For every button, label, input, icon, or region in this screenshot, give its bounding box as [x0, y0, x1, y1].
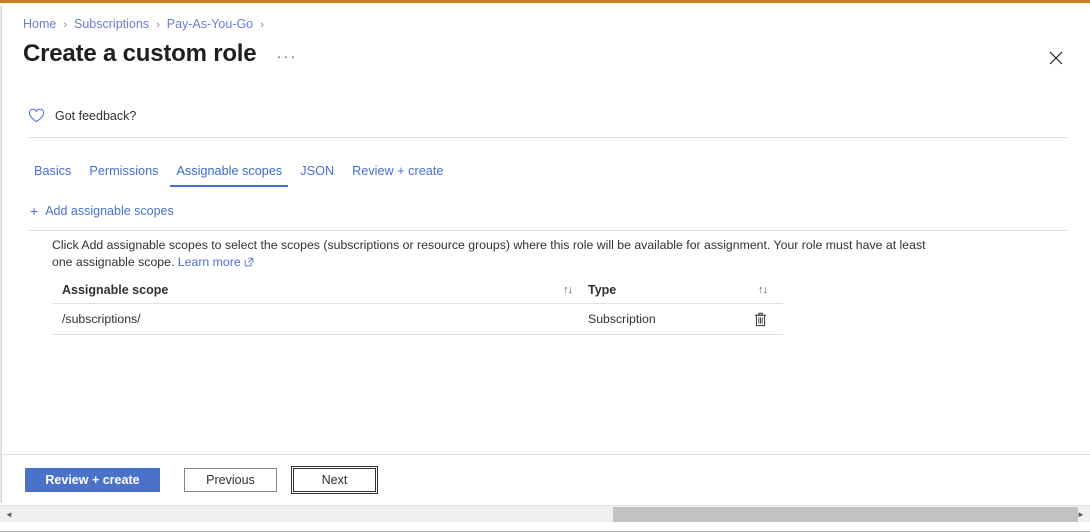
- learn-more-link[interactable]: Learn more: [178, 255, 241, 269]
- tab-assignable-scopes[interactable]: Assignable scopes: [167, 164, 291, 187]
- sort-icon[interactable]: ↑↓: [563, 284, 573, 296]
- add-assignable-scopes-button[interactable]: + Add assignable scopes: [28, 201, 180, 221]
- assignable-scopes-table: Assignable scope ↑↓ Type ↑↓ /subscriptio…: [52, 276, 783, 335]
- previous-button[interactable]: Previous: [184, 468, 277, 492]
- breadcrumb-separator: ›: [63, 19, 68, 31]
- breadcrumb: Home › Subscriptions › Pay-As-You-Go ›: [23, 17, 271, 31]
- portal-window: Home › Subscriptions › Pay-As-You-Go › Create…: [0, 0, 1090, 532]
- cell-type: Subscription: [588, 312, 656, 326]
- breadcrumb-item-pay-as-you-go[interactable]: Pay-As-You-Go: [167, 17, 253, 31]
- description-text: Click Add assignable scopes to select th…: [52, 237, 942, 271]
- horizontal-scrollbar[interactable]: ◄ ►: [0, 505, 1090, 522]
- scroll-left-arrow-icon[interactable]: ◄: [2, 506, 16, 522]
- trash-icon: [755, 312, 766, 326]
- column-header-type[interactable]: Type ↑↓: [588, 283, 783, 297]
- footer-actions: Review + create Previous Next: [25, 467, 377, 493]
- close-icon: [1049, 51, 1063, 65]
- close-button[interactable]: [1044, 46, 1068, 70]
- tab-permissions[interactable]: Permissions: [80, 164, 167, 187]
- title-row: Create a custom role ···: [23, 39, 301, 69]
- breadcrumb-item-home[interactable]: Home: [23, 17, 56, 31]
- breadcrumb-separator: ›: [260, 19, 264, 31]
- footer-divider: [3, 454, 1090, 455]
- review-create-button[interactable]: Review + create: [25, 468, 160, 492]
- column-header-label: Assignable scope: [62, 282, 169, 297]
- heart-icon: [28, 108, 45, 123]
- column-header-label: Type: [588, 282, 617, 297]
- got-feedback-label: Got feedback?: [55, 108, 137, 123]
- tab-list: Basics Permissions Assignable scopes JSO…: [25, 164, 452, 187]
- add-assignable-scopes-label: Add assignable scopes: [45, 204, 174, 218]
- tab-basics[interactable]: Basics: [25, 164, 80, 187]
- tab-json[interactable]: JSON: [291, 164, 343, 187]
- delete-scope-button[interactable]: [752, 310, 770, 328]
- breadcrumb-separator: ›: [156, 19, 160, 31]
- cell-assignable-scope: /subscriptions/: [62, 312, 141, 326]
- scrollbar-thumb[interactable]: [613, 507, 1078, 522]
- column-header-assignable-scope[interactable]: Assignable scope ↑↓: [52, 283, 588, 297]
- got-feedback-button[interactable]: Got feedback?: [28, 107, 136, 124]
- scroll-right-arrow-icon[interactable]: ►: [1074, 506, 1088, 522]
- plus-icon: +: [30, 203, 39, 219]
- next-button[interactable]: Next: [292, 467, 377, 493]
- table-header-row: Assignable scope ↑↓ Type ↑↓: [52, 276, 783, 304]
- breadcrumb-item-subscriptions[interactable]: Subscriptions: [74, 17, 149, 31]
- create-custom-role-blade: Home › Subscriptions › Pay-As-You-Go › Create…: [3, 6, 1090, 503]
- external-link-icon: [244, 257, 253, 267]
- bottom-strip: ◄ ►: [0, 503, 1090, 532]
- cell-actions: [738, 310, 783, 328]
- header-divider: [28, 137, 1068, 138]
- more-options-button[interactable]: ···: [272, 49, 301, 65]
- window-left-edge: [0, 6, 2, 503]
- command-bar-divider: [28, 230, 1068, 231]
- sort-icon[interactable]: ↑↓: [758, 284, 768, 296]
- page-title: Create a custom role: [23, 40, 257, 67]
- command-bar: + Add assignable scopes: [28, 201, 1068, 228]
- table-row[interactable]: /subscriptions/ Subscription: [52, 304, 783, 335]
- tab-review-create[interactable]: Review + create: [343, 164, 452, 187]
